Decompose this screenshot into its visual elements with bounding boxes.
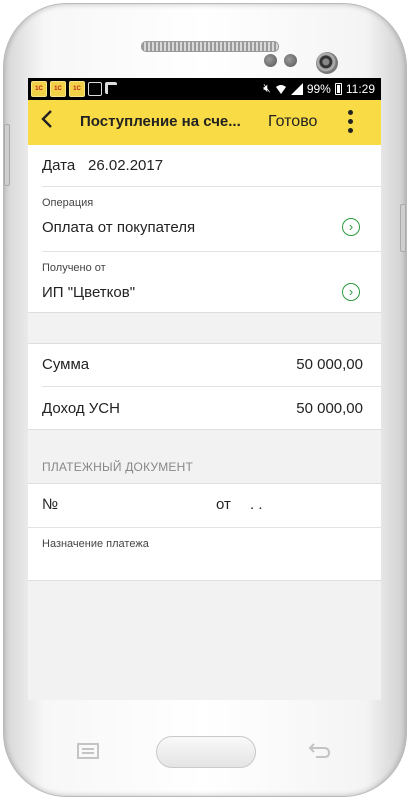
status-bar: 1C 1C 1C 🔇︎ 99% 11:29	[28, 78, 381, 100]
page-title: Поступление на сче...	[80, 113, 241, 130]
form-content: Дата 26.02.2017 Операция Оплата от покуп…	[28, 145, 381, 581]
app-1c-icon: 1C	[50, 81, 66, 97]
screen: 1C 1C 1C 🔇︎ 99% 11:29 Поступление на сче…	[28, 78, 381, 700]
battery-icon	[334, 82, 342, 95]
menu-dot	[347, 119, 353, 124]
sum-row[interactable]: Сумма 50 000,00	[28, 344, 381, 386]
hardware-nav-bar	[0, 720, 410, 780]
chevron-right-icon[interactable]: ›	[342, 218, 360, 236]
income-value[interactable]: 50 000,00	[296, 400, 363, 417]
date-value[interactable]: 26.02.2017	[88, 157, 163, 174]
menu-dot	[347, 110, 353, 115]
received-from-label: Получено от	[42, 262, 106, 274]
purpose-row[interactable]: Назначение платежа	[28, 528, 381, 580]
section-gap	[28, 313, 381, 343]
chevron-right-icon[interactable]: ›	[342, 283, 360, 301]
flipboard-icon	[105, 82, 117, 94]
received-from-row[interactable]: Получено от ИП "Цветков" ›	[28, 252, 381, 312]
date-label: Дата	[42, 157, 76, 174]
payment-document-section: № от . . Назначение платежа	[28, 483, 381, 581]
battery-percent: 99%	[306, 81, 331, 96]
number-label: №	[42, 496, 59, 513]
operation-label: Операция	[42, 197, 94, 209]
light-sensor	[284, 54, 297, 67]
received-from-value: ИП "Цветков"	[42, 284, 136, 301]
wifi-icon	[275, 84, 286, 94]
overflow-menu-button[interactable]	[346, 110, 354, 136]
toolbar: Поступление на сче... Готово	[28, 100, 381, 145]
proximity-sensor	[264, 54, 277, 67]
image-icon	[88, 82, 102, 96]
volume-button	[4, 124, 10, 186]
app-1c-icon: 1C	[69, 81, 85, 97]
back-button[interactable]	[40, 108, 60, 136]
sum-value[interactable]: 50 000,00	[296, 356, 363, 373]
date-row[interactable]: Дата 26.02.2017	[28, 145, 381, 185]
payment-document-header: ПЛАТЕЖНЫЙ ДОКУМЕНТ	[42, 460, 194, 474]
purpose-label: Назначение платежа	[42, 538, 149, 550]
app-1c-icon: 1C	[31, 81, 47, 97]
operation-value: Оплата от покупателя	[42, 219, 196, 236]
sum-label: Сумма	[42, 356, 90, 373]
payment-header-area: ПЛАТЕЖНЫЙ ДОКУМЕНТ	[28, 430, 381, 483]
operation-row[interactable]: Операция Оплата от покупателя ›	[28, 187, 381, 251]
front-camera	[316, 52, 338, 74]
done-button[interactable]: Готово	[268, 113, 317, 131]
document-header-section: Дата 26.02.2017 Операция Оплата от покуп…	[28, 145, 381, 313]
back-key-icon[interactable]	[308, 740, 332, 760]
income-row[interactable]: Доход УСН 50 000,00	[28, 387, 381, 429]
earpiece-speaker	[141, 41, 279, 52]
chevron-left-icon	[41, 110, 52, 128]
mute-icon: 🔇︎	[263, 81, 271, 95]
menu-dot	[347, 128, 353, 133]
number-row[interactable]: № от . .	[28, 484, 381, 526]
amounts-section: Сумма 50 000,00 Доход УСН 50 000,00	[28, 343, 381, 430]
menu-key-icon[interactable]	[76, 742, 100, 760]
power-button	[400, 204, 406, 252]
from-date-value[interactable]: . .	[250, 496, 263, 513]
from-date-label: от	[216, 496, 231, 513]
income-label: Доход УСН	[42, 400, 120, 417]
clock: 11:29	[345, 81, 375, 96]
signal-icon	[290, 82, 303, 95]
home-button[interactable]	[156, 736, 256, 768]
